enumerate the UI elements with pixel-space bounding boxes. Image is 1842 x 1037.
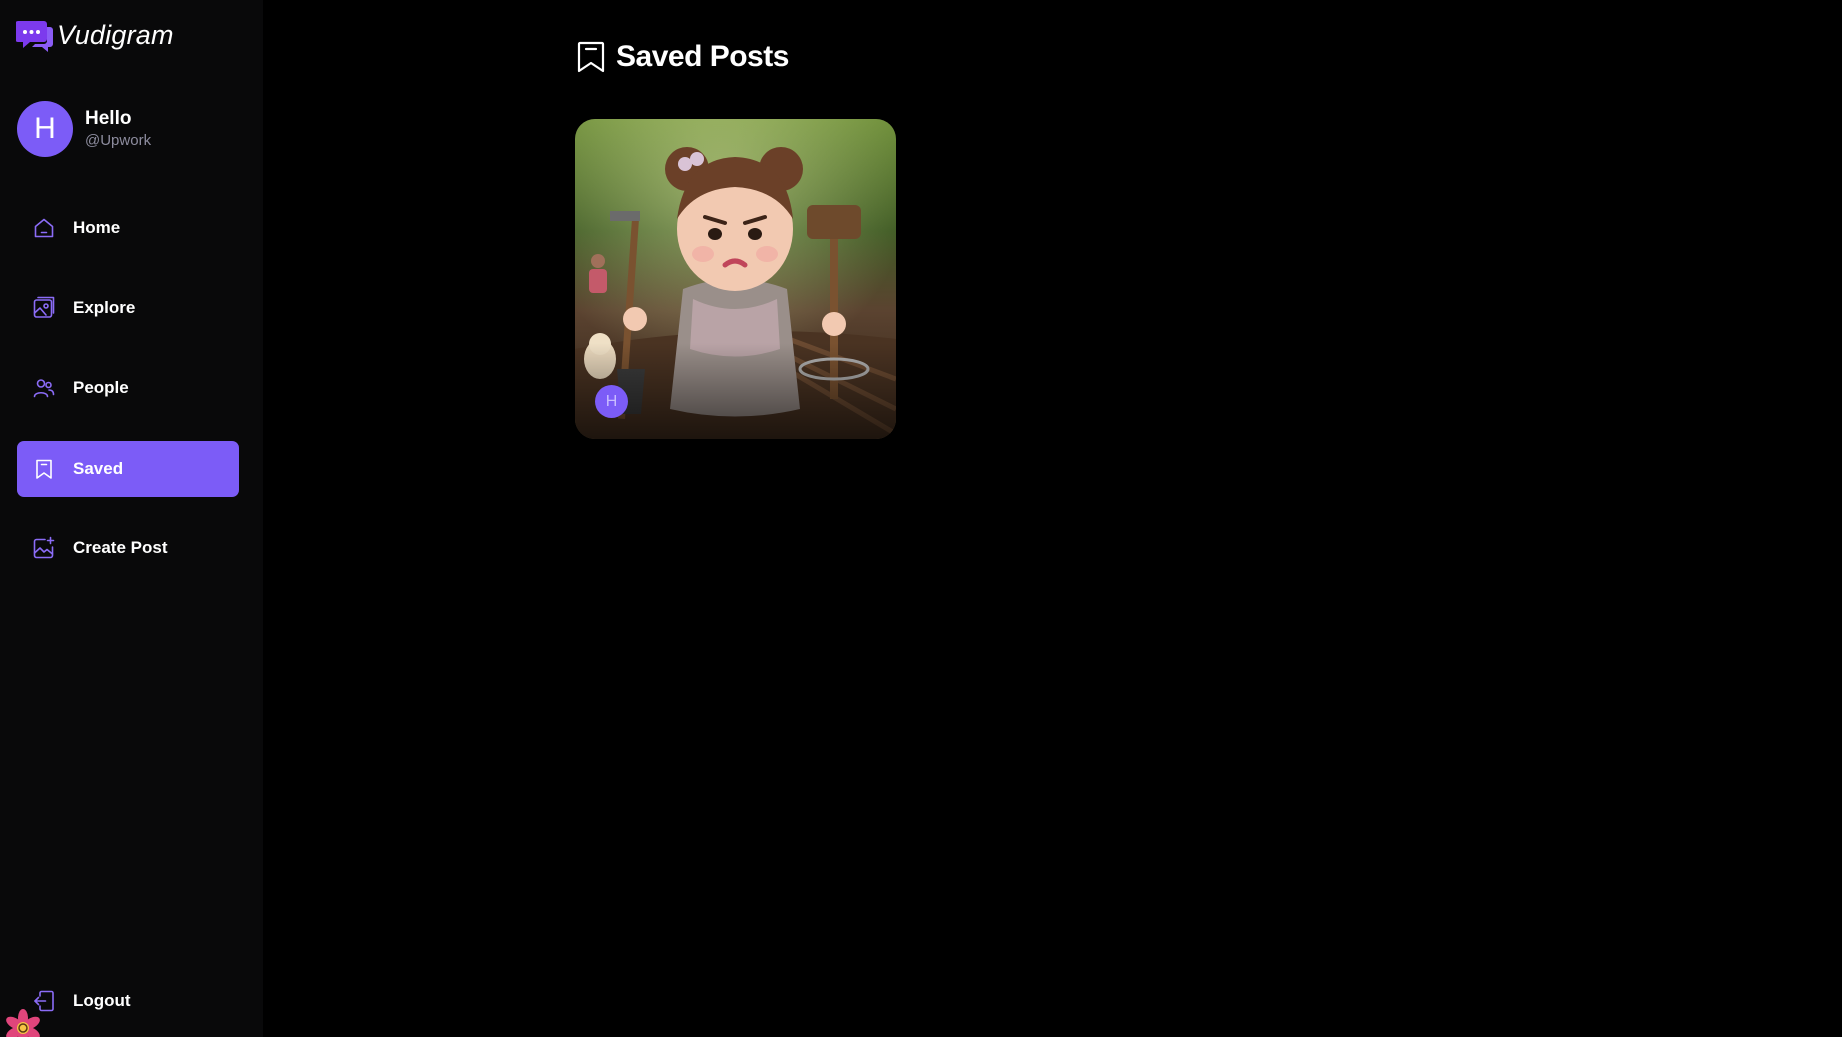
sidebar-item-label: People xyxy=(73,378,129,397)
sidebar-item-home[interactable]: Home xyxy=(17,200,239,256)
profile-handle: @Upwork xyxy=(85,131,152,149)
bookmark-icon xyxy=(32,457,56,481)
app-name: Vudigram xyxy=(57,19,174,50)
post-creator-avatar[interactable]: H xyxy=(595,385,628,418)
sidebar-item-explore[interactable]: Explore xyxy=(17,280,239,336)
profile-name: Hello xyxy=(85,107,132,129)
chat-bubble-logo-icon xyxy=(16,21,53,52)
logout-label: Logout xyxy=(73,991,131,1010)
avatar: H xyxy=(17,101,73,157)
sidebar-item-label: Saved xyxy=(73,459,124,478)
logout-button[interactable]: Logout xyxy=(17,973,239,1029)
saved-post-card[interactable]: H xyxy=(575,119,896,439)
sidebar-item-label: Home xyxy=(73,218,121,237)
app-logo[interactable]: Vudigram xyxy=(16,18,174,52)
sidebar-item-people[interactable]: People xyxy=(17,360,239,416)
explore-icon xyxy=(32,296,56,320)
sidebar-item-label: Create Post xyxy=(73,538,168,557)
sidebar-item-saved[interactable]: Saved xyxy=(17,441,239,497)
home-icon xyxy=(32,216,56,240)
people-icon xyxy=(32,376,56,400)
sidebar: Vudigram H Hello @Upwork Home Explore Pe… xyxy=(0,0,263,1037)
user-profile[interactable]: H Hello @Upwork xyxy=(17,101,151,157)
page-title-text: Saved Posts xyxy=(616,40,789,73)
page-title: Saved Posts xyxy=(576,40,789,74)
bookmark-icon xyxy=(576,40,606,74)
sidebar-item-create-post[interactable]: Create Post xyxy=(17,520,239,576)
flower-icon xyxy=(4,1009,42,1037)
sidebar-item-label: Explore xyxy=(73,298,136,317)
create-post-icon xyxy=(32,536,56,560)
